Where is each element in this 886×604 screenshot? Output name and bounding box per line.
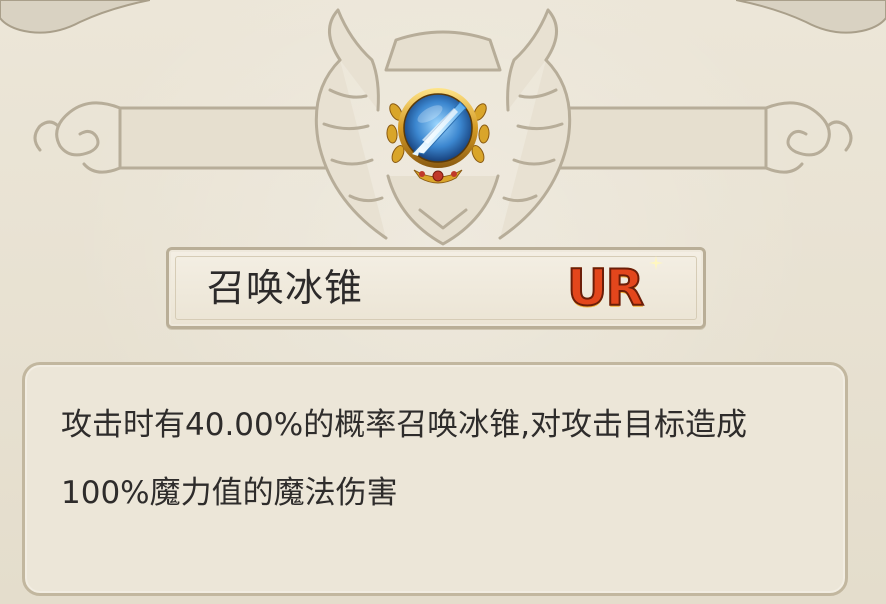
skill-detail-panel: 召唤冰锥 UR 攻击时有40.00%的概率召唤冰锥,对攻击目标造成100%魔力值… [0, 0, 886, 604]
skill-description: 攻击时有40.00%的概率召唤冰锥,对攻击目标造成100%魔力值的魔法伤害 [61, 407, 748, 511]
skill-name: 召唤冰锥 [207, 266, 364, 310]
skill-name-bar: 召唤冰锥 UR [166, 247, 706, 329]
rarity-badge: UR [566, 259, 645, 317]
skill-description-box: 攻击时有40.00%的概率召唤冰锥,对攻击目标造成100%魔力值的魔法伤害 [22, 362, 848, 596]
ice-cone-icon[interactable] [384, 78, 492, 186]
sparkle-icon [649, 256, 663, 270]
